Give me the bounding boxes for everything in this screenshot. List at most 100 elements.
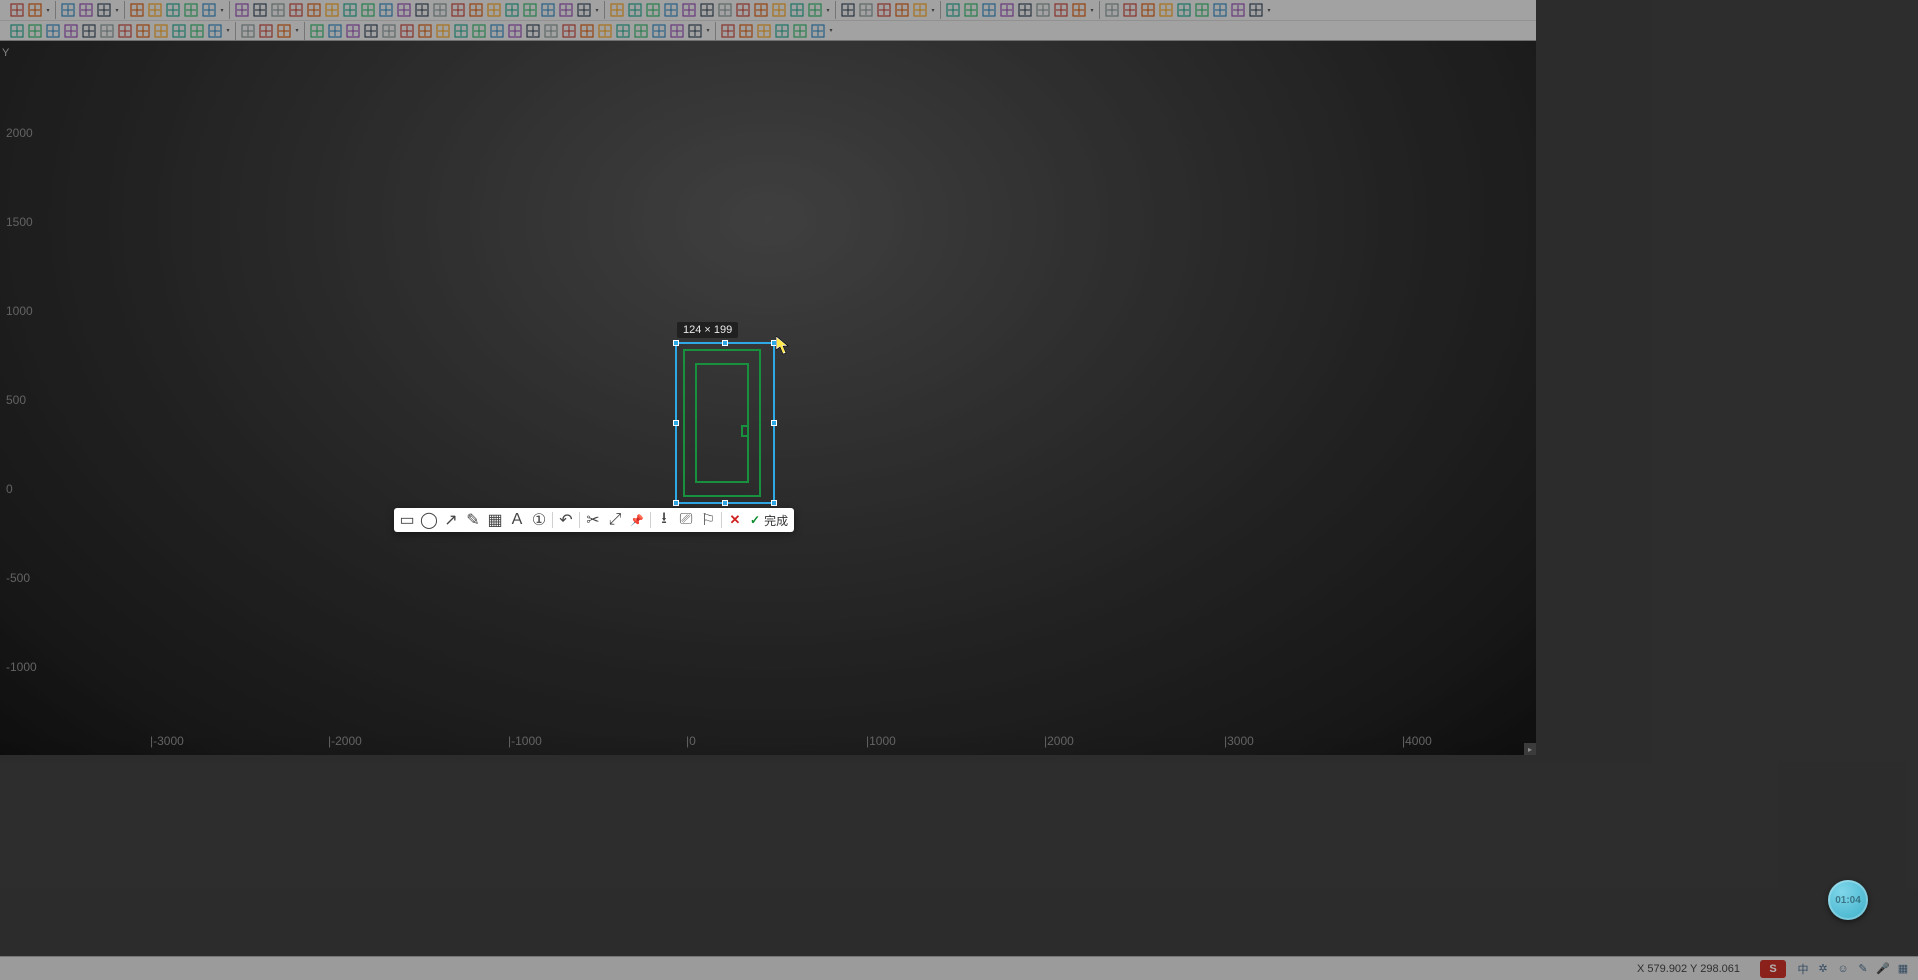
settings-sun-icon[interactable]: ✲ [1814, 960, 1832, 978]
edit4-icon[interactable] [62, 22, 80, 40]
table-add-icon[interactable] [77, 1, 95, 19]
snap11-icon[interactable] [488, 22, 506, 40]
rotate1-icon[interactable] [449, 1, 467, 19]
match-prop-icon[interactable] [200, 1, 218, 19]
view6-icon[interactable] [809, 22, 827, 40]
snap15-icon[interactable] [560, 22, 578, 40]
model4-icon[interactable] [893, 1, 911, 19]
rotate2-icon[interactable] [467, 1, 485, 19]
tool-b-icon[interactable] [1121, 1, 1139, 19]
arc-dim-icon[interactable] [164, 1, 182, 19]
roof5-icon[interactable] [806, 1, 824, 19]
move-icon[interactable] [8, 1, 26, 19]
edit10-icon[interactable] [188, 22, 206, 40]
model2-icon[interactable] [857, 1, 875, 19]
edit9-icon[interactable] [170, 22, 188, 40]
group-box-icon[interactable] [557, 1, 575, 19]
snap1-icon[interactable] [308, 22, 326, 40]
model3-icon[interactable] [875, 1, 893, 19]
redo-icon[interactable] [257, 22, 275, 40]
toolbar-dropdown-icon[interactable]: ▾ [293, 22, 301, 40]
table-del-icon[interactable] [95, 1, 113, 19]
snap17-icon[interactable] [596, 22, 614, 40]
selection-handle[interactable] [771, 420, 777, 426]
snap6-icon[interactable] [398, 22, 416, 40]
roof4-icon[interactable] [788, 1, 806, 19]
ime-cn-icon[interactable]: 中 [1794, 960, 1812, 978]
snap4-icon[interactable] [362, 22, 380, 40]
polyline-icon[interactable] [269, 1, 287, 19]
popout-icon[interactable] [575, 1, 593, 19]
snap3-icon[interactable] [344, 22, 362, 40]
ramp-icon[interactable] [716, 1, 734, 19]
model1-icon[interactable] [839, 1, 857, 19]
view5-icon[interactable] [791, 22, 809, 40]
scale1-icon[interactable] [521, 1, 539, 19]
toolbar-dropdown-icon[interactable]: ▾ [593, 1, 601, 19]
scale2-icon[interactable] [539, 1, 557, 19]
snap2-icon[interactable] [326, 22, 344, 40]
snap21-icon[interactable] [668, 22, 686, 40]
offset-icon[interactable] [431, 1, 449, 19]
selection-handle[interactable] [771, 340, 777, 346]
snap7-icon[interactable] [416, 22, 434, 40]
snap5-icon[interactable] [380, 22, 398, 40]
edit11-icon[interactable] [206, 22, 224, 40]
snap22-icon[interactable] [686, 22, 704, 40]
selection-handle[interactable] [673, 500, 679, 506]
scroll-right-button[interactable]: ▸ [1524, 743, 1536, 755]
toolbar-dropdown-icon[interactable]: ▾ [824, 1, 832, 19]
view1-icon[interactable] [719, 22, 737, 40]
dim-line-icon[interactable] [128, 1, 146, 19]
snap12-icon[interactable] [506, 22, 524, 40]
toolbar-dropdown-icon[interactable]: ▾ [1265, 1, 1273, 19]
join-icon[interactable] [413, 1, 431, 19]
toolbar-dropdown-icon[interactable]: ▾ [704, 22, 712, 40]
tool-h-icon[interactable] [1229, 1, 1247, 19]
edit3-icon[interactable] [44, 22, 62, 40]
edit7-icon[interactable] [134, 22, 152, 40]
floating-timer-badge[interactable]: 01:04 [1828, 880, 1868, 920]
edit6-icon[interactable] [116, 22, 134, 40]
edit2-icon[interactable] [26, 22, 44, 40]
window-icon[interactable] [644, 1, 662, 19]
mic-icon[interactable]: 🎤 [1874, 960, 1892, 978]
tool-f-icon[interactable] [1193, 1, 1211, 19]
tool-d-icon[interactable] [1157, 1, 1175, 19]
layers3-icon[interactable] [980, 1, 998, 19]
snap14-b23-icon[interactable] [542, 22, 560, 40]
toolbar-dropdown-icon[interactable]: ▾ [827, 22, 835, 40]
grid-dots-icon[interactable] [26, 1, 44, 19]
tool-a-icon[interactable] [1103, 1, 1121, 19]
delete-x-icon[interactable] [275, 22, 293, 40]
snap8-icon[interactable] [434, 22, 452, 40]
layers7-icon[interactable] [1052, 1, 1070, 19]
bezier-icon[interactable] [287, 1, 305, 19]
pencil2-icon[interactable]: ✎ [1854, 960, 1872, 978]
layer-icon[interactable] [233, 1, 251, 19]
toolbar-dropdown-icon[interactable]: ▾ [44, 1, 52, 19]
view4-icon[interactable] [773, 22, 791, 40]
model5-icon[interactable] [911, 1, 929, 19]
selection-handle[interactable] [673, 340, 679, 346]
roof1-icon[interactable] [734, 1, 752, 19]
selection-handle[interactable] [673, 420, 679, 426]
undo-icon[interactable] [239, 22, 257, 40]
table-1-icon[interactable] [59, 1, 77, 19]
toolbar-dropdown-icon[interactable]: ▾ [224, 22, 232, 40]
trim2-icon[interactable] [341, 1, 359, 19]
edit5-icon[interactable] [80, 22, 98, 40]
selection-handle[interactable] [722, 340, 728, 346]
shot-arrow-icon[interactable]: ↗ [442, 511, 460, 529]
copy-prop-icon[interactable] [182, 1, 200, 19]
shot-number-icon[interactable]: ① [530, 511, 548, 529]
layers1-icon[interactable] [944, 1, 962, 19]
snap16-icon[interactable] [578, 22, 596, 40]
shot-text-icon[interactable]: A [508, 511, 526, 529]
break-icon[interactable] [395, 1, 413, 19]
angle-dim-icon[interactable] [146, 1, 164, 19]
layers5-icon[interactable] [1016, 1, 1034, 19]
tool-i-icon[interactable] [1247, 1, 1265, 19]
toolbar-dropdown-icon[interactable]: ▾ [113, 1, 121, 19]
roof3-icon[interactable] [770, 1, 788, 19]
